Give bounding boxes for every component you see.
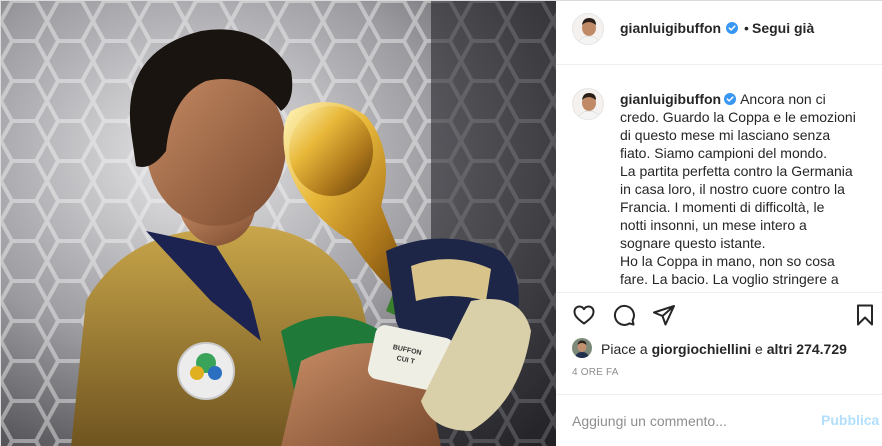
post-timestamp[interactable]: 4 ore fa bbox=[572, 367, 619, 378]
caption-avatar[interactable] bbox=[572, 88, 604, 120]
avatar-image bbox=[573, 89, 603, 119]
separator-dot: • bbox=[744, 20, 749, 36]
share-icon[interactable] bbox=[652, 303, 676, 327]
following-button[interactable]: Segui già bbox=[752, 20, 814, 36]
caption-line: fiato. Siamo campioni del mondo. bbox=[620, 145, 827, 161]
post-side-panel: gianluigibuffon • Segui già gianluigibuf… bbox=[556, 1, 882, 446]
caption-line: Ho la Coppa in mano, non so cosa bbox=[620, 253, 835, 269]
author-avatar[interactable] bbox=[572, 13, 604, 45]
heart-icon[interactable] bbox=[572, 303, 596, 327]
avatar-image bbox=[573, 14, 603, 44]
publish-button[interactable]: Pubblica bbox=[821, 412, 879, 428]
likes-summary: Piace a giorgiochiellini e altri 274.729 bbox=[601, 341, 847, 357]
likes-and: e bbox=[751, 341, 767, 357]
action-bar bbox=[556, 292, 882, 336]
post-photo[interactable]: BUFFON CUI T bbox=[1, 1, 556, 446]
comment-icon[interactable] bbox=[612, 303, 636, 327]
caption-username[interactable]: gianluigibuffon bbox=[620, 91, 721, 107]
caption-line-text: Ancora non ci bbox=[740, 91, 826, 107]
avatar-image bbox=[572, 338, 592, 358]
comment-input[interactable] bbox=[572, 411, 802, 431]
caption-line: Francia. I momenti di difficoltà, le bbox=[620, 199, 825, 215]
post-header: gianluigibuffon • Segui già bbox=[556, 1, 882, 65]
photo-illustration: BUFFON CUI T bbox=[1, 1, 556, 446]
author-username[interactable]: gianluigibuffon bbox=[620, 20, 721, 36]
verified-icon bbox=[724, 93, 737, 105]
likes-others-count[interactable]: altri 274.729 bbox=[767, 341, 847, 357]
likes-row: Piace a giorgiochiellini e altri 274.729 bbox=[556, 336, 882, 362]
caption-line: fare. La bacio. La voglio stringere a bbox=[620, 271, 839, 287]
caption-line: sognare questo istante. bbox=[620, 235, 766, 251]
verified-icon bbox=[726, 22, 738, 34]
caption-line: La partita perfetta contro la Germania bbox=[620, 163, 853, 179]
caption-line: di questo mese mi lasciano senza bbox=[620, 127, 831, 143]
caption-text: gianluigibuffon Ancora non ci credo. Guar… bbox=[620, 90, 866, 288]
caption-line: notti insonni, un mese intero a bbox=[620, 217, 807, 233]
liker-avatar[interactable] bbox=[572, 338, 592, 358]
caption-line: gianluigibuffon Ancora non ci bbox=[620, 90, 866, 108]
caption-line: in casa loro, il nostro cuore contro la bbox=[620, 181, 845, 197]
caption-line: credo. Guardo la Coppa e le emozioni bbox=[620, 109, 856, 125]
bookmark-icon[interactable] bbox=[853, 303, 877, 327]
liker-username[interactable]: giorgiochiellini bbox=[652, 341, 752, 357]
caption-area: gianluigibuffon Ancora non ci credo. Guar… bbox=[556, 66, 882, 292]
instagram-post: BUFFON CUI T gianluigibuffon • Segui già… bbox=[0, 0, 882, 446]
comment-box: Pubblica bbox=[556, 394, 882, 446]
likes-prefix: Piace a bbox=[601, 341, 652, 357]
